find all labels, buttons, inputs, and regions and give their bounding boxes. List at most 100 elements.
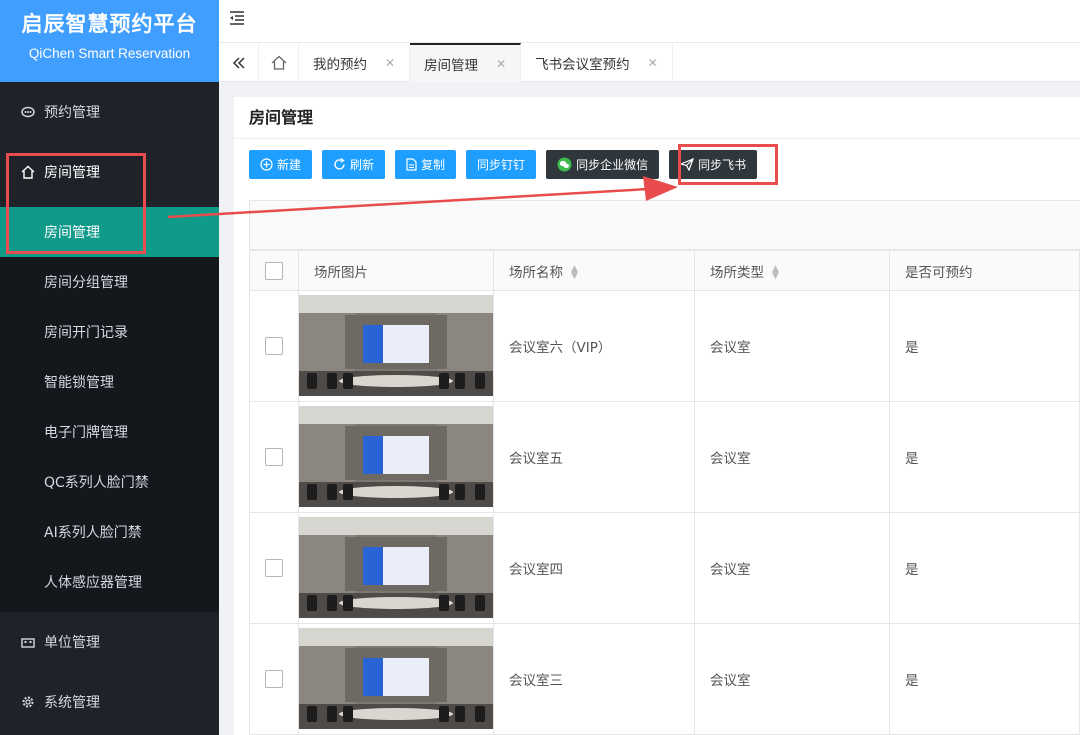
button-label: 同步钉钉 [477,158,526,172]
tabs-bar: 我的预约 ✕ 房间管理 ✕ 飞书会议室预约 ✕ [219,42,1080,82]
column-header-name[interactable]: 场所名称 ▲ ▼ [493,250,695,291]
close-icon[interactable]: ✕ [496,57,506,71]
row-check-cell [249,623,299,735]
tab-label: 我的预约 [313,56,367,73]
row-check-cell [249,290,299,402]
plus-circle-icon [260,158,273,171]
sync-wecom-button[interactable]: 同步企业微信 [546,150,660,179]
room-bookable-cell: 是 [889,623,1080,735]
select-all-cell [249,250,299,291]
menu-label: 系统管理 [44,695,100,711]
close-icon[interactable]: ✕ [648,56,658,70]
reservation-icon [20,104,36,120]
submenu-item-ai-face[interactable]: AI系列人脸门禁 [0,507,219,557]
row-check-cell [249,512,299,624]
refresh-button[interactable]: 刷新 [322,150,386,179]
tab-feishu-meeting[interactable]: 飞书会议室预约 ✕ [521,43,673,82]
table-row[interactable]: 会议室三 会议室 是 [249,623,1080,735]
room-name-cell: 会议室五 [493,401,695,513]
building-icon [20,634,36,650]
sidebar: 启辰智慧预约平台 QiChen Smart Reservation 预约管理 房… [0,0,219,735]
submenu-item-sensor[interactable]: 人体感应器管理 [0,557,219,607]
select-all-checkbox[interactable] [265,261,283,280]
submenu-item-door-record[interactable]: 房间开门记录 [0,307,219,357]
room-image [299,406,493,507]
column-header-bookable: 是否可预约 [889,250,1080,291]
room-image-cell [298,623,494,735]
room-name-cell: 会议室三 [493,623,695,735]
room-submenu: 房间管理 房间分组管理 房间开门记录 智能锁管理 电子门牌管理 QC系列人脸门禁… [0,207,219,612]
room-image-cell [298,401,494,513]
tab-label: 飞书会议室预约 [535,56,630,73]
home-tab[interactable] [259,43,299,82]
close-icon[interactable]: ✕ [385,56,395,70]
feishu-button-highlight-box [678,144,778,185]
row-checkbox[interactable] [265,670,283,688]
sidebar-highlight-box [6,153,146,254]
table-row[interactable]: 会议室五 会议室 是 [249,401,1080,513]
room-table: 场所图片 场所名称 ▲ ▼ 场所类型 ▲ ▼ 是否可预约 会议室六（VIP） 会议室 是 [249,250,1080,735]
menu-item-unit[interactable]: 单位管理 [0,612,219,672]
filter-bar [249,200,1080,250]
tab-my-reservations[interactable]: 我的预约 ✕ [299,43,411,82]
room-image [299,517,493,618]
sort-icon[interactable]: ▲ ▼ [571,264,578,280]
submenu-item-door-plate[interactable]: 电子门牌管理 [0,407,219,457]
gear-icon [20,694,36,710]
brand-header: 启辰智慧预约平台 QiChen Smart Reservation [0,0,219,82]
copy-button[interactable]: 复制 [395,150,457,179]
room-type-cell: 会议室 [694,623,890,735]
menu-label: 预约管理 [44,105,100,121]
button-label: 新建 [277,158,302,172]
column-header-image: 场所图片 [298,250,494,291]
collapse-menu-icon[interactable] [229,11,245,29]
room-bookable-cell: 是 [889,512,1080,624]
row-checkbox[interactable] [265,337,283,355]
submenu-item-smart-lock[interactable]: 智能锁管理 [0,357,219,407]
new-button[interactable]: 新建 [249,150,313,179]
table-row[interactable]: 会议室六（VIP） 会议室 是 [249,290,1080,402]
column-header-type[interactable]: 场所类型 ▲ ▼ [694,250,890,291]
document-icon [406,158,417,171]
room-image-cell [298,290,494,402]
submenu-item-room-group[interactable]: 房间分组管理 [0,257,219,307]
submenu-item-qc-face[interactable]: QC系列人脸门禁 [0,457,219,507]
refresh-icon [333,158,346,171]
sync-dingtalk-button[interactable]: 同步钉钉 [466,150,537,179]
room-name-cell: 会议室六（VIP） [493,290,695,402]
menu-item-reservation[interactable]: 预约管理 [0,82,219,142]
wechat-icon [557,157,572,172]
main-panel: 房间管理 新建 刷新 复制 同步钉钉 同步企业微信 同步飞书 场所图片 场所名称… [234,97,1080,735]
page-title: 房间管理 [234,97,1080,139]
row-checkbox[interactable] [265,448,283,466]
table-row[interactable]: 会议室四 会议室 是 [249,512,1080,624]
room-bookable-cell: 是 [889,401,1080,513]
room-name-cell: 会议室四 [493,512,695,624]
room-bookable-cell: 是 [889,290,1080,402]
room-type-cell: 会议室 [694,512,890,624]
table-header-row: 场所图片 场所名称 ▲ ▼ 场所类型 ▲ ▼ 是否可预约 [249,250,1080,291]
submenu-label: 房间开门记录 [44,325,128,341]
row-checkbox[interactable] [265,559,283,577]
submenu-label: 人体感应器管理 [44,575,142,591]
home-icon [271,55,286,70]
submenu-label: 电子门牌管理 [44,425,128,441]
double-chevron-left-icon [232,56,245,69]
submenu-label: 智能锁管理 [44,375,114,391]
button-label: 刷新 [350,158,375,172]
sort-icon[interactable]: ▲ ▼ [772,264,779,280]
room-image [299,295,493,396]
room-type-cell: 会议室 [694,290,890,402]
tabs-scroll-left-button[interactable] [219,43,259,82]
row-check-cell [249,401,299,513]
submenu-label: QC系列人脸门禁 [44,475,149,491]
room-type-cell: 会议室 [694,401,890,513]
tab-room-management[interactable]: 房间管理 ✕ [410,43,522,82]
button-label: 复制 [421,158,446,172]
app-title: 启辰智慧预约平台 [21,12,198,36]
menu-item-system[interactable]: 系统管理 [0,672,219,732]
submenu-label: 房间分组管理 [44,275,128,291]
submenu-label: AI系列人脸门禁 [44,525,142,541]
button-label: 同步企业微信 [576,158,649,172]
menu-label: 单位管理 [44,635,100,651]
